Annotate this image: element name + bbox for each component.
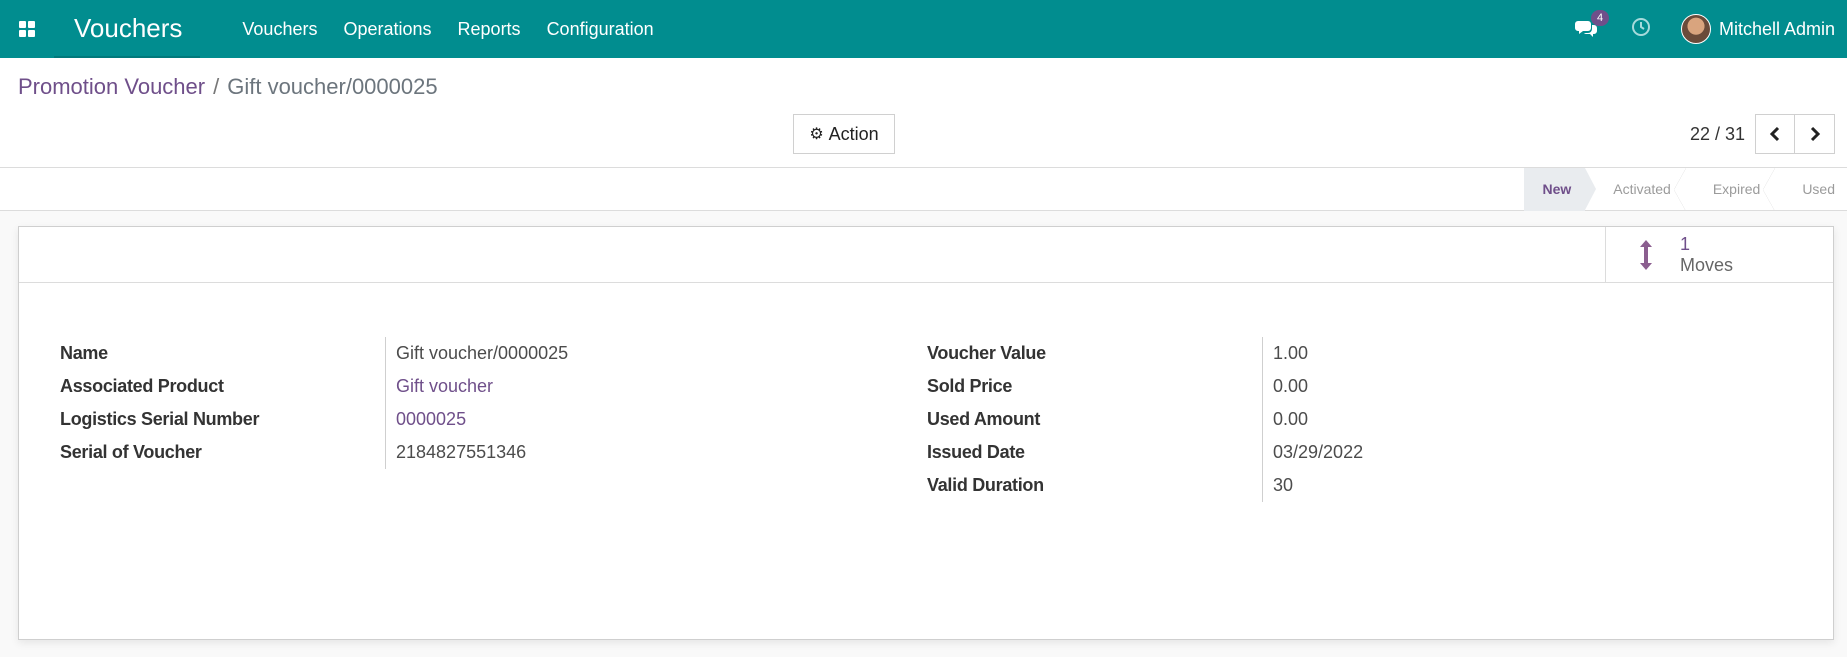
chevron-left-icon bbox=[1769, 126, 1780, 142]
clock-icon bbox=[1631, 17, 1650, 36]
apps-grid-icon bbox=[19, 21, 35, 37]
field-value-name: Gift voucher/0000025 bbox=[385, 337, 805, 370]
activity-button[interactable] bbox=[1631, 17, 1651, 42]
field-label-voucher-value: Voucher Value bbox=[927, 343, 1046, 363]
pager-previous-button[interactable] bbox=[1755, 114, 1795, 154]
app-title[interactable]: Vouchers bbox=[54, 0, 201, 58]
breadcrumb-current: Gift voucher/0000025 bbox=[227, 74, 438, 99]
field-row-voucher-value: Voucher Value 1.00 bbox=[927, 337, 1682, 370]
logistics-serial-link[interactable]: 0000025 bbox=[385, 403, 805, 436]
main-menu: Vouchers Operations Reports Configuratio… bbox=[242, 19, 679, 40]
menu-configuration[interactable]: Configuration bbox=[547, 19, 654, 40]
pager-value[interactable]: 22 / 31 bbox=[1690, 124, 1745, 145]
user-menu[interactable]: Mitchell Admin bbox=[1680, 14, 1835, 44]
field-value-issued-date: 03/29/2022 bbox=[1262, 436, 1682, 469]
status-stages: New Activated Expired Used bbox=[1524, 168, 1847, 211]
field-group-left: Name Gift voucher/0000025 Associated Pro… bbox=[60, 337, 805, 469]
field-row-issued-date: Issued Date 03/29/2022 bbox=[927, 436, 1682, 469]
field-label-serial-of-voucher: Serial of Voucher bbox=[60, 442, 202, 462]
field-value-valid-duration: 30 bbox=[1262, 469, 1682, 502]
action-button-label: Action bbox=[828, 123, 879, 144]
pager: 22 / 31 bbox=[1690, 114, 1835, 154]
navbar-systray: 4 Mitchell Admin bbox=[1574, 0, 1835, 58]
smart-button-text: 1 Moves bbox=[1680, 234, 1733, 276]
breadcrumb-separator: / bbox=[213, 74, 220, 99]
field-row-name: Name Gift voucher/0000025 bbox=[60, 337, 805, 370]
stage-new[interactable]: New bbox=[1524, 168, 1597, 211]
field-row-associated-product: Associated Product Gift voucher bbox=[60, 370, 805, 403]
stage-used[interactable]: Used bbox=[1774, 168, 1847, 211]
action-button[interactable]: ⚙ Action bbox=[793, 114, 895, 154]
chevron-right-icon bbox=[1810, 126, 1820, 142]
moves-smart-button[interactable]: 1 Moves bbox=[1605, 227, 1833, 282]
moves-label: Moves bbox=[1680, 254, 1734, 275]
button-box: 1 Moves bbox=[19, 227, 1833, 283]
moves-count: 1 bbox=[1680, 233, 1691, 254]
form-statusbar: New Activated Expired Used bbox=[0, 168, 1847, 211]
field-row-serial-of-voucher: Serial of Voucher 2184827551346 bbox=[60, 436, 805, 469]
field-group-right: Voucher Value 1.00 Sold Price 0.00 Used … bbox=[927, 337, 1682, 502]
user-name: Mitchell Admin bbox=[1718, 18, 1835, 39]
field-row-used-amount: Used Amount 0.00 bbox=[927, 403, 1682, 436]
field-label-valid-duration: Valid Duration bbox=[927, 475, 1044, 495]
associated-product-link[interactable]: Gift voucher bbox=[385, 370, 805, 403]
breadcrumb-parent-link[interactable]: Promotion Voucher bbox=[18, 74, 205, 99]
menu-vouchers[interactable]: Vouchers bbox=[242, 19, 317, 40]
stage-expired[interactable]: Expired bbox=[1685, 168, 1776, 211]
field-value-serial-of-voucher: 2184827551346 bbox=[385, 436, 805, 469]
messages-count-badge: 4 bbox=[1590, 10, 1610, 26]
field-label-used-amount: Used Amount bbox=[927, 409, 1041, 429]
field-value-sold-price: 0.00 bbox=[1262, 370, 1682, 403]
field-row-sold-price: Sold Price 0.00 bbox=[927, 370, 1682, 403]
messaging-button[interactable]: 4 bbox=[1574, 10, 1610, 40]
pager-next-button[interactable] bbox=[1795, 114, 1835, 154]
arrows-v-icon bbox=[1636, 239, 1656, 271]
menu-reports[interactable]: Reports bbox=[458, 19, 521, 40]
field-row-valid-duration: Valid Duration 30 bbox=[927, 469, 1682, 502]
breadcrumb: Promotion Voucher / Gift voucher/0000025 bbox=[18, 74, 438, 100]
field-label-name: Name bbox=[60, 343, 108, 363]
stage-activated[interactable]: Activated bbox=[1585, 168, 1686, 211]
top-navbar: Vouchers Vouchers Operations Reports Con… bbox=[0, 0, 1847, 58]
form-sheet: 1 Moves Name Gift voucher/0000025 Associ… bbox=[18, 226, 1834, 640]
menu-operations[interactable]: Operations bbox=[343, 19, 431, 40]
field-label-associated-product: Associated Product bbox=[60, 376, 224, 396]
field-row-logistics-serial: Logistics Serial Number 0000025 bbox=[60, 403, 805, 436]
field-label-sold-price: Sold Price bbox=[927, 376, 1013, 396]
field-label-issued-date: Issued Date bbox=[927, 442, 1025, 462]
apps-menu-button[interactable] bbox=[0, 0, 54, 58]
control-panel: Promotion Voucher / Gift voucher/0000025 ⚙… bbox=[0, 58, 1847, 168]
field-value-voucher-value: 1.00 bbox=[1262, 337, 1682, 370]
field-value-used-amount: 0.00 bbox=[1262, 403, 1682, 436]
gear-icon: ⚙ bbox=[809, 126, 824, 143]
field-label-logistics-serial: Logistics Serial Number bbox=[60, 409, 260, 429]
avatar bbox=[1680, 14, 1711, 44]
